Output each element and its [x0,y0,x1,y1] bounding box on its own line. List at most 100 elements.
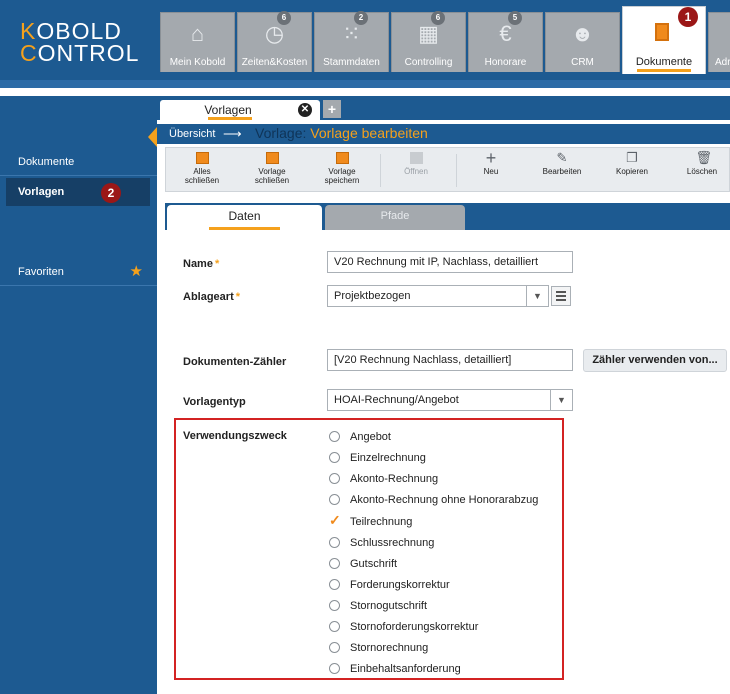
sidebar: Dokumente Vorlagen 2 Favoriten ★ [0,96,157,694]
callout-marker-1: 1 [678,7,698,27]
euro-coins-icon: € [499,21,512,46]
radio-forderungskorrektur[interactable]: Forderungskorrektur [329,576,450,594]
module-tab-honorare[interactable]: 5 € Honorare [468,11,543,72]
list-icon-line [556,295,566,297]
edit-button[interactable]: ✎ Bearbeiten [532,150,592,190]
toolbar-label-line1: Vorlage [328,167,356,176]
name-input[interactable]: V20 Rechnung mit IP, Nachlass, detaillie… [327,251,573,273]
radio-akonto-rechnung[interactable]: Akonto-Rechnung [329,470,438,488]
folder-close-all-icon [195,152,209,164]
radio-stornogutschrift[interactable]: Stornogutschrift [329,597,427,615]
ablageart-value: Projektbezogen [334,290,411,302]
sidebar-item-label: Dokumente [18,156,75,168]
required-marker: * [235,291,241,303]
copy-button[interactable]: ❐ Kopieren [602,150,662,190]
module-tab-stammdaten[interactable]: 2 ⁙ Stammdaten [314,11,389,72]
sidebar-item-label: Favoriten [18,266,64,278]
toolbar-label: Kopieren [615,167,649,176]
radio-label: Stornoforderungskorrektur [350,621,479,633]
save-template-button[interactable]: Vorlage speichern [312,152,372,190]
module-tab-mein-kobold[interactable]: ⌂ Mein Kobold [160,12,235,72]
radio-label: Akonto-Rechnung ohne Honorarabzug [350,494,539,506]
radio-stornorechnung[interactable]: Stornorechnung [329,639,428,657]
tab-vorlagen[interactable]: Vorlagen ✕ [160,100,320,120]
active-tab-underline [637,69,691,72]
module-tab-label: CRM [571,57,594,68]
radio-label: Einbehaltsanforderung [350,663,461,675]
radio-stornoforderungskorrektur[interactable]: Stornoforderungskorrektur [329,618,478,636]
sidebar-item-vorlagen[interactable]: Vorlagen [6,178,150,206]
toolbar: Alles schließen Vorlage schließen Vorlage s… [165,147,730,192]
radio-button [329,557,340,569]
document-tabstrip: Vorlagen ✕ + [157,96,730,120]
logo-initial-c: C [20,40,38,66]
radio-akonto-ohne-honorarabzug[interactable]: Akonto-Rechnung ohne Honorarabzug [329,491,538,509]
radio-einzelrechnung[interactable]: Einzelrechnung [329,449,426,467]
active-tab-underline [208,117,252,120]
add-tab-button[interactable]: + [323,100,341,118]
zaehler-input[interactable]: [V20 Rechnung Nachlass, detailliert] [327,349,573,371]
copy-icon: ❐ [626,150,638,165]
close-tab-icon[interactable]: ✕ [298,103,312,117]
radio-label: Teilrechnung [350,516,413,528]
radio-label: Gutschrift [350,558,398,570]
radio-schlussrechnung[interactable]: Schlussrechnung [329,534,434,552]
radio-button [329,451,340,463]
close-template-button[interactable]: Vorlage schließen [242,152,302,190]
radio-label: Stornorechnung [350,642,429,654]
sidebar-item-favoriten[interactable]: Favoriten ★ [0,258,157,286]
radio-button [329,430,340,442]
ablageart-select[interactable]: Projektbezogen ▼ [327,285,549,307]
list-view-button[interactable] [551,286,571,306]
new-button[interactable]: + Neu [461,148,521,190]
radio-label: Stornogutschrift [350,600,428,612]
list-icon-line [556,291,566,293]
radio-angebot[interactable]: Angebot [329,428,391,446]
close-all-button[interactable]: Alles schließen [172,152,232,190]
module-tab-zeiten-kosten[interactable]: 6 ◷ Zeiten&Kosten [237,11,312,72]
toolbar-label: Vorlage schließen [242,167,302,185]
toolbar-label: Bearbeiten [542,167,582,176]
page-title-text: Vorlage bearbeiten [310,125,428,141]
people-icon: ☻ [570,21,595,46]
vorlagentyp-select[interactable]: HOAI-Rechnung/Angebot ▼ [327,389,573,411]
radio-button [329,599,340,611]
zaehler-label: Dokumenten-Zähler [183,356,287,368]
module-tab-label: Stammdaten [323,57,380,68]
toolbar-separator [380,154,381,187]
radio-label: Einzelrechnung [350,452,426,464]
radio-teilrechnung[interactable]: ✓ Teilrechnung [329,513,412,531]
radio-gutschrift[interactable]: Gutschrift [329,555,397,573]
module-tab-adr[interactable]: Adr [708,12,730,72]
radio-einbehaltsanforderung[interactable]: Einbehaltsanforderung [329,660,461,678]
folder-open-icon [409,152,423,164]
module-tab-controlling[interactable]: 6 ▦ Controlling [391,11,466,72]
callout-marker-2: 2 [101,183,121,203]
vorlagentyp-label: Vorlagentyp [183,396,246,408]
breadcrumb-arrow-icon: ⟶ [223,126,242,141]
delete-button[interactable]: 🗑 Löschen [672,151,730,190]
module-tab-crm[interactable]: ☻ CRM [545,12,620,72]
breadcrumb-link-uebersicht[interactable]: Übersicht [169,128,215,140]
tab-pfade[interactable]: Pfade [325,205,465,230]
radio-button [329,578,340,590]
toolbar-label: Alles schließen [172,167,232,185]
collapse-sidebar-arrow[interactable] [148,127,157,147]
pencil-icon: ✎ [556,150,568,165]
main-content: Vorlagen ✕ + Übersicht ⟶ Vorlage: Vorlag… [157,96,730,694]
module-tab-label: Dokumente [635,56,693,68]
toolbar-label-line2: schließen [184,176,220,185]
tab-label: Vorlagen [204,103,252,117]
header-band [0,88,730,96]
toolbar-label-line2: schließen [254,176,290,185]
logo: KOBOLD CONTROL [20,20,139,66]
sidebar-item-dokumente[interactable]: Dokumente [0,148,157,176]
tab-daten[interactable]: Daten [167,205,322,230]
use-counter-from-button[interactable]: Zähler verwenden von... [583,349,727,372]
page-title: Vorlage: Vorlage bearbeiten [255,125,428,141]
plus-icon: + [485,148,497,168]
required-marker: * [214,258,220,270]
vorlagentyp-value: HOAI-Rechnung/Angebot [334,394,459,406]
sidebar-item-label: Vorlagen [18,186,65,198]
open-button[interactable]: Öffnen [386,152,446,190]
